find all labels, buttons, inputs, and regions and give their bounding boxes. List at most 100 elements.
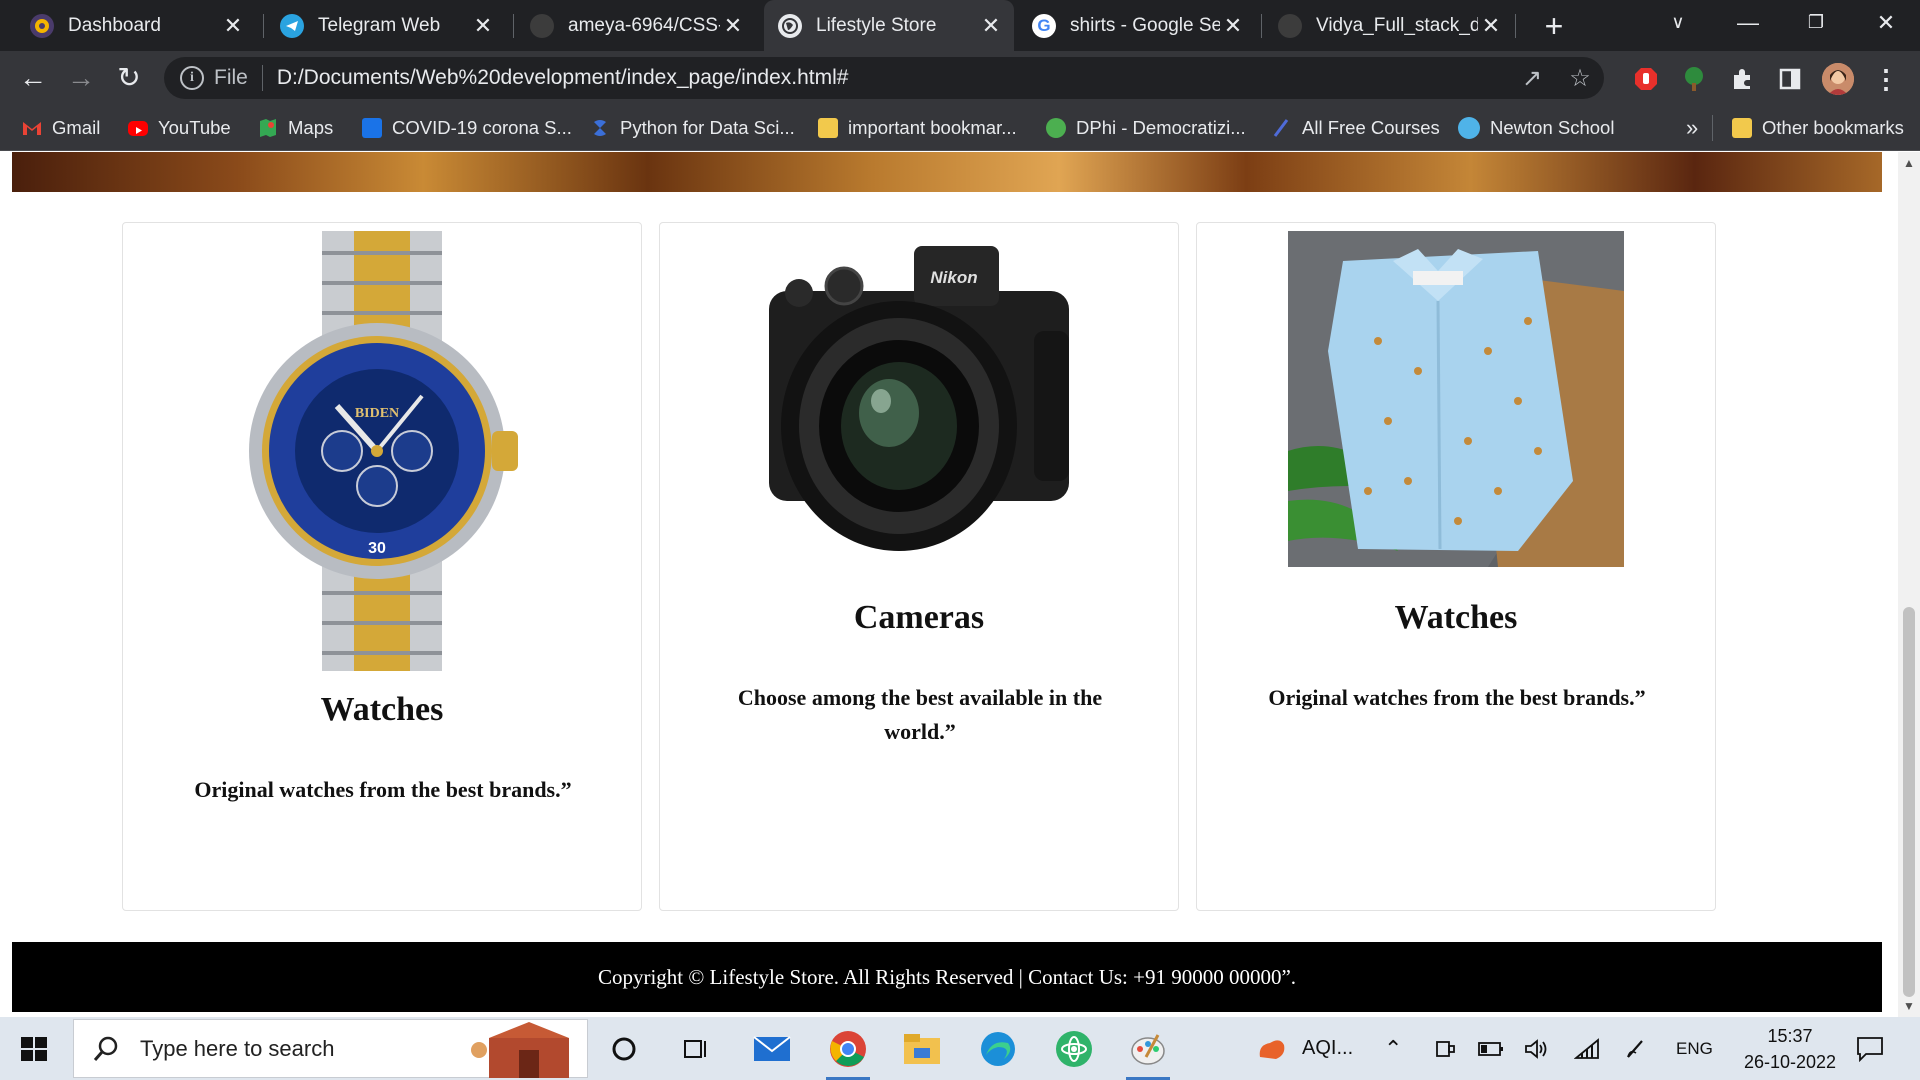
hero-banner-image bbox=[12, 152, 1882, 192]
tab-github[interactable]: ameya-6964/CSS-A ✕ bbox=[516, 0, 756, 51]
close-tab-icon[interactable]: ✕ bbox=[1478, 13, 1504, 39]
extensions-puzzle-icon[interactable] bbox=[1726, 63, 1758, 95]
tab-telegram[interactable]: Telegram Web ✕ bbox=[266, 0, 506, 51]
search-icon bbox=[93, 1036, 118, 1061]
edge-icon[interactable] bbox=[970, 1025, 1026, 1073]
minimize-button[interactable]: — bbox=[1714, 0, 1782, 45]
tab-github-vidya[interactable]: Vidya_Full_stack_de ✕ bbox=[1264, 0, 1514, 51]
close-tab-icon[interactable]: ✕ bbox=[220, 13, 246, 39]
volume-icon[interactable] bbox=[1524, 1017, 1548, 1080]
scroll-down-arrow-icon[interactable]: ▼ bbox=[1898, 995, 1920, 1017]
clock-date: 26-10-2022 bbox=[1743, 1052, 1837, 1072]
forward-arrow-icon[interactable]: → bbox=[62, 59, 100, 97]
bookmark-label: Other bookmarks bbox=[1762, 117, 1904, 138]
back-arrow-icon[interactable]: ← bbox=[14, 59, 52, 97]
product-card-cameras[interactable]: Nikon Cameras Choose among the best avai… bbox=[659, 222, 1179, 911]
reload-icon[interactable]: ↻ bbox=[110, 59, 148, 97]
tab-separator bbox=[263, 14, 264, 38]
bookmark-label: important bookmar... bbox=[848, 117, 1017, 138]
profile-avatar[interactable] bbox=[1822, 63, 1854, 95]
atom-icon[interactable] bbox=[1046, 1025, 1102, 1073]
bookmark-python[interactable]: Python for Data Sci... bbox=[590, 105, 795, 151]
close-tab-icon[interactable]: ✕ bbox=[720, 13, 746, 39]
bookmark-maps[interactable]: Maps bbox=[258, 105, 333, 151]
tab-title: Telegram Web bbox=[318, 14, 441, 36]
language-indicator[interactable]: ENG bbox=[1676, 1017, 1713, 1080]
cortana-icon[interactable] bbox=[596, 1025, 652, 1073]
close-tab-icon[interactable]: ✕ bbox=[1220, 13, 1246, 39]
page-viewport: BIDEN 30 Watches Original watches from t… bbox=[0, 152, 1898, 1017]
taskbar-clock[interactable]: 15:37 26-10-2022 bbox=[1730, 1023, 1850, 1075]
footer-text: Copyright © Lifestyle Store. All Rights … bbox=[597, 964, 1297, 989]
close-tab-icon[interactable]: ✕ bbox=[470, 13, 496, 39]
covid-icon bbox=[362, 118, 382, 138]
bookmark-gmail[interactable]: Gmail bbox=[22, 105, 100, 151]
card-description: Choose among the best available in the w… bbox=[737, 685, 1103, 744]
bookmark-youtube[interactable]: YouTube bbox=[128, 105, 231, 151]
restore-button[interactable]: ❐ bbox=[1782, 0, 1850, 45]
address-bar[interactable]: i File D:/Documents/Web%20development/in… bbox=[164, 57, 1604, 99]
mail-icon[interactable] bbox=[744, 1025, 800, 1073]
folder-icon bbox=[818, 118, 838, 138]
adblock-extension-icon[interactable] bbox=[1630, 63, 1662, 95]
new-tab-button[interactable]: + bbox=[1534, 6, 1574, 46]
wifi-icon[interactable] bbox=[1574, 1017, 1600, 1080]
pen-icon[interactable] bbox=[1624, 1017, 1648, 1080]
folder-icon bbox=[1732, 118, 1752, 138]
file-explorer-icon[interactable] bbox=[894, 1025, 950, 1073]
product-card-shirts[interactable]: Watches Original watches from the best b… bbox=[1196, 222, 1716, 911]
tab-search-chevron-icon[interactable]: ∨ bbox=[1644, 0, 1712, 45]
side-panel-icon[interactable] bbox=[1774, 63, 1806, 95]
other-bookmarks[interactable]: Other bookmarks bbox=[1732, 105, 1904, 151]
chrome-taskbar-icon[interactable] bbox=[820, 1025, 876, 1080]
bookmark-important[interactable]: important bookmar... bbox=[818, 105, 1017, 151]
separator bbox=[1712, 115, 1713, 141]
meet-now-icon[interactable] bbox=[1434, 1017, 1456, 1080]
taskbar-search-box[interactable]: Type here to search bbox=[73, 1019, 588, 1078]
close-tab-icon[interactable]: ✕ bbox=[978, 13, 1004, 39]
bookmark-free-courses[interactable]: All Free Courses bbox=[1272, 105, 1440, 151]
notification-center-icon[interactable] bbox=[1856, 1017, 1884, 1080]
scroll-up-arrow-icon[interactable]: ▲ bbox=[1898, 152, 1920, 174]
weather-widget[interactable]: AQI... bbox=[1256, 1017, 1353, 1080]
card-title: Watches bbox=[320, 691, 444, 728]
bookmark-covid[interactable]: COVID-19 corona S... bbox=[362, 105, 572, 151]
scrollbar-thumb[interactable] bbox=[1903, 607, 1915, 997]
task-view-icon[interactable] bbox=[668, 1025, 724, 1073]
product-card-watches[interactable]: BIDEN 30 Watches Original watches from t… bbox=[122, 222, 642, 911]
svg-text:BIDEN: BIDEN bbox=[355, 406, 399, 421]
courses-icon bbox=[1272, 118, 1292, 138]
share-icon[interactable]: ↗ bbox=[1508, 64, 1556, 93]
dashboard-favicon-icon bbox=[30, 13, 54, 38]
bookmark-star-icon[interactable]: ☆ bbox=[1556, 64, 1604, 93]
search-highlight-illustration-icon bbox=[471, 1021, 569, 1078]
tab-google-search[interactable]: G shirts - Google Sear ✕ bbox=[1018, 0, 1256, 51]
info-icon[interactable]: i bbox=[180, 66, 204, 90]
bookmark-dphi[interactable]: DPhi - Democratizi... bbox=[1046, 105, 1246, 151]
telegram-icon bbox=[280, 13, 304, 38]
tab-title: Dashboard bbox=[68, 14, 161, 36]
bookmark-label: Newton School bbox=[1490, 117, 1615, 138]
bookmarks-overflow-button[interactable]: » bbox=[1686, 105, 1698, 151]
windows-start-icon[interactable] bbox=[14, 1029, 54, 1069]
close-window-button[interactable]: ✕ bbox=[1852, 0, 1920, 45]
vertical-scrollbar[interactable]: ▲ ▼ bbox=[1898, 152, 1920, 1017]
bookmark-label: Gmail bbox=[52, 117, 101, 138]
page-footer: Copyright © Lifestyle Store. All Rights … bbox=[12, 942, 1882, 1012]
bookmark-label: YouTube bbox=[158, 117, 231, 138]
shirt-image bbox=[1288, 231, 1624, 567]
omnibox-separator bbox=[261, 65, 263, 91]
chrome-menu-icon[interactable]: ⋮ bbox=[1870, 63, 1902, 95]
battery-icon[interactable] bbox=[1478, 1017, 1504, 1080]
url-text[interactable]: D:/Documents/Web%20development/index_pag… bbox=[277, 66, 1508, 90]
tree-extension-icon[interactable] bbox=[1678, 63, 1710, 95]
tab-lifestyle-store[interactable]: Lifestyle Store ✕ bbox=[764, 0, 1014, 51]
show-hidden-icons-chevron-icon[interactable]: ⌃ bbox=[1384, 1017, 1402, 1080]
weather-icon bbox=[1259, 1039, 1285, 1059]
tab-dashboard[interactable]: Dashboard ✕ bbox=[16, 0, 256, 51]
bookmark-label: All Free Courses bbox=[1302, 117, 1440, 138]
bookmark-newton[interactable]: Newton School bbox=[1458, 105, 1614, 151]
tab-title: Lifestyle Store bbox=[816, 14, 937, 36]
browser-toolbar: ← → ↻ i File D:/Documents/Web%20developm… bbox=[0, 51, 1920, 105]
paint-icon[interactable] bbox=[1120, 1025, 1176, 1080]
